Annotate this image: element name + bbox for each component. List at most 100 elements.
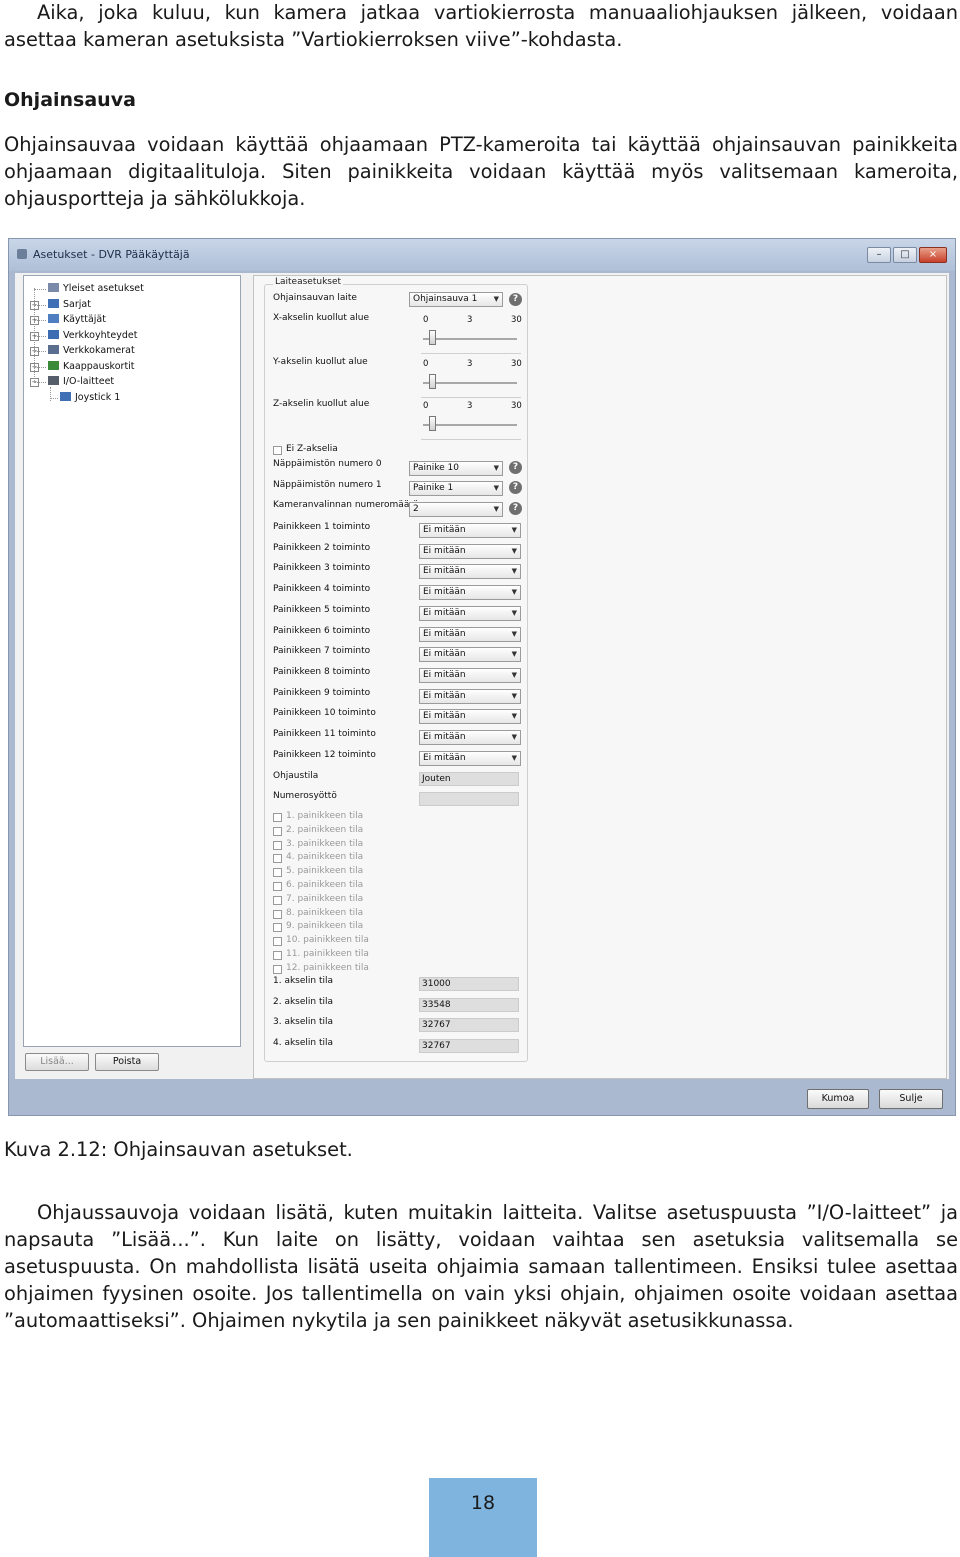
dropdown-value: 2 (413, 504, 419, 514)
axis-state-label: 1. akselin tila (273, 976, 334, 986)
camera-icon (48, 345, 59, 354)
button-state-label: 9. painikkeen tila (286, 921, 364, 932)
chevron-down-icon: ▼ (493, 464, 499, 472)
button-state-label: 7. painikkeen tila (286, 893, 364, 904)
number-input-field (419, 792, 519, 806)
keypad-1-select[interactable]: Painike 1 ▼ (409, 481, 503, 496)
button-function-label: Painikkeen 5 toiminto (273, 604, 371, 615)
no-z-axis-checkbox[interactable] (273, 446, 282, 455)
keypad-0-select[interactable]: Painike 10 ▼ (409, 461, 503, 476)
dropdown-value: Ei mitään (423, 628, 466, 639)
separator (421, 439, 521, 440)
chevron-down-icon: ▼ (511, 567, 517, 576)
button-function-select[interactable]: Ei mitään ▼ (419, 667, 521, 683)
button-function-select[interactable]: Ei mitään ▼ (419, 564, 521, 580)
chevron-down-icon: ▼ (493, 295, 499, 303)
dropdown-value: Ohjainsauva 1 (413, 294, 478, 304)
button-function-select[interactable]: Ei mitään ▼ (419, 605, 521, 621)
tree-item-5[interactable]: Verkkokamerat (48, 344, 135, 358)
tree-item-label: Sarjat (63, 298, 91, 310)
close-button[interactable]: Sulje (879, 1089, 943, 1109)
camera-digits-select[interactable]: 2 ▼ (409, 502, 503, 517)
axis-deadzone-slider[interactable] (423, 327, 517, 351)
axis-deadzone-slider[interactable] (423, 413, 517, 437)
slider-track (423, 382, 517, 384)
help-icon[interactable]: ? (509, 481, 522, 494)
help-icon[interactable]: ? (509, 502, 522, 515)
button-function-select[interactable]: Ei mitään ▼ (419, 730, 521, 745)
tree-item-4[interactable]: Verkkoyhteydet (48, 329, 137, 343)
slider-tick-label: 3 (467, 401, 473, 411)
tree-connector (34, 304, 46, 306)
dropdown-value: Ei mitään (423, 545, 466, 556)
help-icon[interactable]: ? (509, 293, 522, 306)
slider-tick-label: 0 (423, 401, 429, 411)
control-mode-value: Jouten (419, 772, 519, 786)
button-state-checkbox (273, 937, 282, 947)
settings-window: Asetukset - DVR Pääkäyttäjä – □ × Yleise… (8, 238, 956, 1116)
maximize-button[interactable]: □ (893, 247, 917, 263)
button-function-select[interactable]: Ei mitään ▼ (419, 585, 521, 601)
help-icon[interactable]: ? (509, 461, 522, 474)
slider-track (423, 338, 517, 340)
button-function-select[interactable]: Ei mitään ▼ (419, 688, 521, 704)
minimize-button[interactable]: – (867, 247, 891, 263)
slider-thumb[interactable] (429, 416, 437, 431)
slider-tick-label: 0 (423, 359, 429, 369)
window-title: Asetukset - DVR Pääkäyttäjä (33, 248, 190, 261)
keypad-1-label: Näppäimistön numero 1 (273, 480, 382, 490)
io-icon (48, 376, 59, 385)
button-function-select[interactable]: Ei mitään ▼ (419, 543, 521, 559)
add-button[interactable]: Lisää... (25, 1053, 89, 1071)
button-function-select[interactable]: Ei mitään ▼ (419, 647, 521, 663)
tree-item-2[interactable]: Sarjat (48, 298, 91, 312)
separator (421, 353, 521, 354)
button-function-select[interactable]: Ei mitään ▼ (419, 709, 521, 725)
tree-item-7[interactable]: I/O-laitteet (48, 375, 114, 389)
button-function-select[interactable]: Ei mitään ▼ (419, 750, 521, 766)
tree-item-8[interactable]: Joystick 1 (60, 391, 120, 405)
button-state-checkbox (273, 895, 282, 905)
axis-state-value: 33548 (419, 997, 519, 1012)
tree-connector (34, 366, 46, 368)
button-function-select[interactable]: Ei mitään ▼ (419, 626, 521, 642)
intro-text: Aika, joka kuluu, kun kamera jatkaa vart… (4, 1, 958, 51)
body-text: Ohjaussauvoja voidaan lisätä, kuten muit… (4, 1201, 958, 1332)
button-state-label: 10. painikkeen tila (286, 935, 369, 946)
dropdown-value: Ei mitään (423, 669, 466, 680)
button-state-checkbox (273, 964, 282, 974)
intro-paragraph: Aika, joka kuluu, kun kamera jatkaa vart… (4, 0, 958, 53)
axis-deadzone-slider[interactable] (423, 371, 517, 395)
settings-tree: Yleiset asetukset Sarjat + Käyttäjät + Verkko… (23, 275, 241, 1047)
settings-icon (48, 283, 59, 292)
button-state-checkbox (273, 826, 282, 836)
tree-connector (34, 288, 35, 381)
tree-item-label: Verkkokamerat (63, 345, 135, 356)
button-state-checkbox (273, 854, 282, 864)
button-state-label: 5. painikkeen tila (286, 866, 364, 877)
axis-state-value: 32767 (419, 1018, 519, 1033)
tree-connector (50, 397, 58, 399)
tree-connector (34, 335, 46, 337)
dropdown-value: Ei mitään (423, 649, 466, 660)
arrows-icon (60, 391, 71, 401)
group-title: Laiteasetukset (273, 277, 344, 287)
cancel-button[interactable]: Kumoa (807, 1089, 869, 1109)
button-function-label: Painikkeen 8 toiminto (273, 666, 371, 677)
tree-connector (34, 351, 46, 352)
button-function-select[interactable]: Ei mitään ▼ (419, 523, 521, 538)
chevron-down-icon: ▼ (511, 670, 517, 679)
page-number-box: 18 (429, 1478, 537, 1557)
close-window-button[interactable]: × (919, 247, 947, 263)
axis-state-label: 4. akselin tila (273, 1038, 334, 1049)
tree-item-3[interactable]: Käyttäjät (48, 313, 106, 327)
tree-item-1[interactable]: Yleiset asetukset (48, 282, 144, 296)
slider-thumb[interactable] (429, 374, 437, 389)
tree-connector (34, 382, 46, 383)
control-mode-label: Ohjaustila (273, 771, 319, 781)
remove-button[interactable]: Poista (95, 1053, 159, 1071)
joystick-device-select[interactable]: Ohjainsauva 1 ▼ (409, 292, 503, 307)
dropdown-value: Ei mitään (423, 587, 466, 598)
tree-item-6[interactable]: Kaappauskortit (48, 360, 135, 374)
slider-thumb[interactable] (429, 330, 437, 345)
